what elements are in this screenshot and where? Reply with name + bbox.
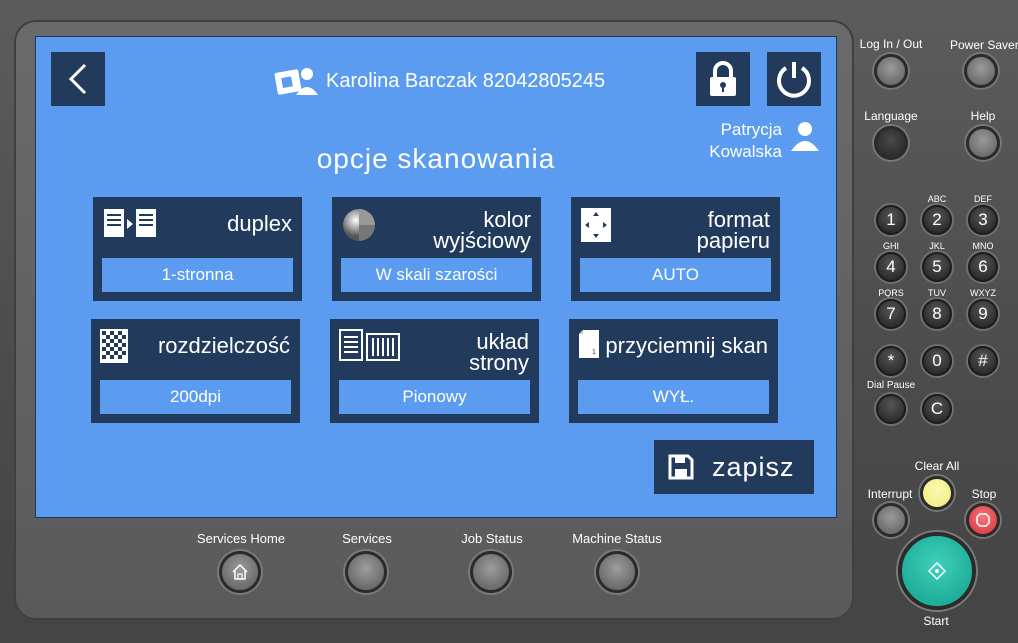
dial-pause-label: Dial Pause xyxy=(866,380,916,391)
key-3-letters: DEF xyxy=(974,194,992,204)
interrupt-label: Interrupt xyxy=(867,487,913,501)
paper-size-icon xyxy=(581,208,611,242)
svg-text:1: 1 xyxy=(592,349,596,356)
option-value: AUTO xyxy=(580,258,771,292)
option-value: W skali szarości xyxy=(341,258,532,292)
services-home-button[interactable] xyxy=(219,551,261,593)
save-button[interactable]: zapisz xyxy=(654,440,814,494)
lock-button[interactable] xyxy=(696,52,750,106)
key-6-letters: MNO xyxy=(972,241,994,251)
resolution-grid-icon xyxy=(100,329,128,363)
help-button[interactable] xyxy=(966,126,1000,160)
machine-status-label: Machine Status xyxy=(572,531,662,546)
key-6[interactable]: 6 xyxy=(968,252,998,282)
services-home-label: Services Home xyxy=(196,531,286,546)
save-label: zapisz xyxy=(712,451,795,482)
job-status-button[interactable] xyxy=(470,551,512,593)
key-8-letters: TUV xyxy=(928,288,946,298)
key-8[interactable]: 8 xyxy=(922,299,952,329)
option-label: układ strony xyxy=(469,329,529,375)
language-button[interactable] xyxy=(874,126,908,160)
key-7[interactable]: 7 xyxy=(876,299,906,329)
document-icon: 1 xyxy=(579,330,599,358)
key-1[interactable]: 1 xyxy=(876,205,906,235)
page-title: opcje skanowania xyxy=(316,143,556,174)
key-7-letters: PQRS xyxy=(878,288,904,298)
interrupt-button[interactable] xyxy=(874,503,908,537)
log-in-out-button[interactable] xyxy=(874,54,908,88)
start-button[interactable] xyxy=(898,532,976,610)
option-page-layout[interactable]: układ strony Pionowy xyxy=(330,319,539,423)
option-darken-scan[interactable]: 1 przyciemnij skan WYŁ. xyxy=(569,319,778,423)
chevron-left-icon xyxy=(68,63,87,95)
key-4-letters: GHI xyxy=(882,241,899,251)
dial-pause-button[interactable] xyxy=(876,394,906,424)
power-saver-button[interactable] xyxy=(964,54,998,88)
option-paper-format[interactable]: format papieru AUTO xyxy=(571,197,780,301)
key-5[interactable]: 5 xyxy=(922,252,952,282)
operator-first-name: Patrycja xyxy=(720,120,782,139)
services-label: Services xyxy=(342,531,392,546)
clear-all-label: Clear All xyxy=(914,459,960,473)
key-hash[interactable]: # xyxy=(968,346,998,376)
option-output-color[interactable]: kolor wyjściowy W skali szarości xyxy=(332,197,541,301)
key-9[interactable]: 9 xyxy=(968,299,998,329)
power-icon xyxy=(777,62,811,98)
power-saver-label: Power Saver xyxy=(950,38,1018,52)
option-value: WYŁ. xyxy=(578,380,769,414)
key-9-letters: WXYZ xyxy=(970,288,996,298)
duplex-icon xyxy=(104,209,156,237)
option-label: przyciemnij skan xyxy=(605,333,768,358)
key-star[interactable]: * xyxy=(876,346,906,376)
key-0[interactable]: 0 xyxy=(922,346,952,376)
option-label: rozdzielczość xyxy=(157,333,290,358)
home-icon xyxy=(232,563,248,580)
start-diamond-icon xyxy=(927,561,947,581)
option-label: format papieru xyxy=(696,207,770,253)
key-2[interactable]: 2 xyxy=(922,205,952,235)
power-button[interactable] xyxy=(767,52,821,106)
clear-button[interactable]: C xyxy=(922,394,952,424)
lock-icon xyxy=(710,61,736,96)
job-status-label: Job Status xyxy=(461,531,523,546)
user-info: Karolina Barczak 82042805245 xyxy=(274,65,605,97)
language-label: Language xyxy=(864,109,918,123)
option-duplex[interactable]: duplex 1-stronna xyxy=(93,197,302,301)
option-value: 200dpi xyxy=(100,380,291,414)
option-resolution[interactable]: rozdzielczość 200dpi xyxy=(91,319,300,423)
key-4[interactable]: 4 xyxy=(876,252,906,282)
stop-icon xyxy=(976,513,990,527)
machine-status-button[interactable] xyxy=(596,551,638,593)
key-2-letters: ABC xyxy=(927,194,947,204)
stop-button[interactable] xyxy=(966,503,1000,537)
option-value: Pionowy xyxy=(339,380,530,414)
clear-all-button[interactable] xyxy=(920,476,954,510)
option-value: 1-stronna xyxy=(102,258,293,292)
page-layout-icon xyxy=(339,329,400,361)
help-label: Help xyxy=(970,109,996,123)
floppy-disk-icon xyxy=(668,454,694,480)
key-5-letters: JKL xyxy=(929,241,945,251)
touch-screen: Karolina Barczak 82042805245 Patrycja Ko… xyxy=(35,36,837,518)
back-button[interactable] xyxy=(51,52,105,106)
color-wheel-icon xyxy=(343,209,375,241)
stop-label: Stop xyxy=(971,487,997,501)
key-3[interactable]: 3 xyxy=(968,205,998,235)
start-label: Start xyxy=(923,614,949,628)
services-button[interactable] xyxy=(345,551,387,593)
option-label: duplex xyxy=(227,211,292,236)
option-label: kolor wyjściowy xyxy=(433,207,531,253)
log-in-out-label: Log In / Out xyxy=(859,37,923,51)
id-card-icon xyxy=(274,68,318,95)
user-name: Karolina Barczak 82042805245 xyxy=(326,69,606,92)
